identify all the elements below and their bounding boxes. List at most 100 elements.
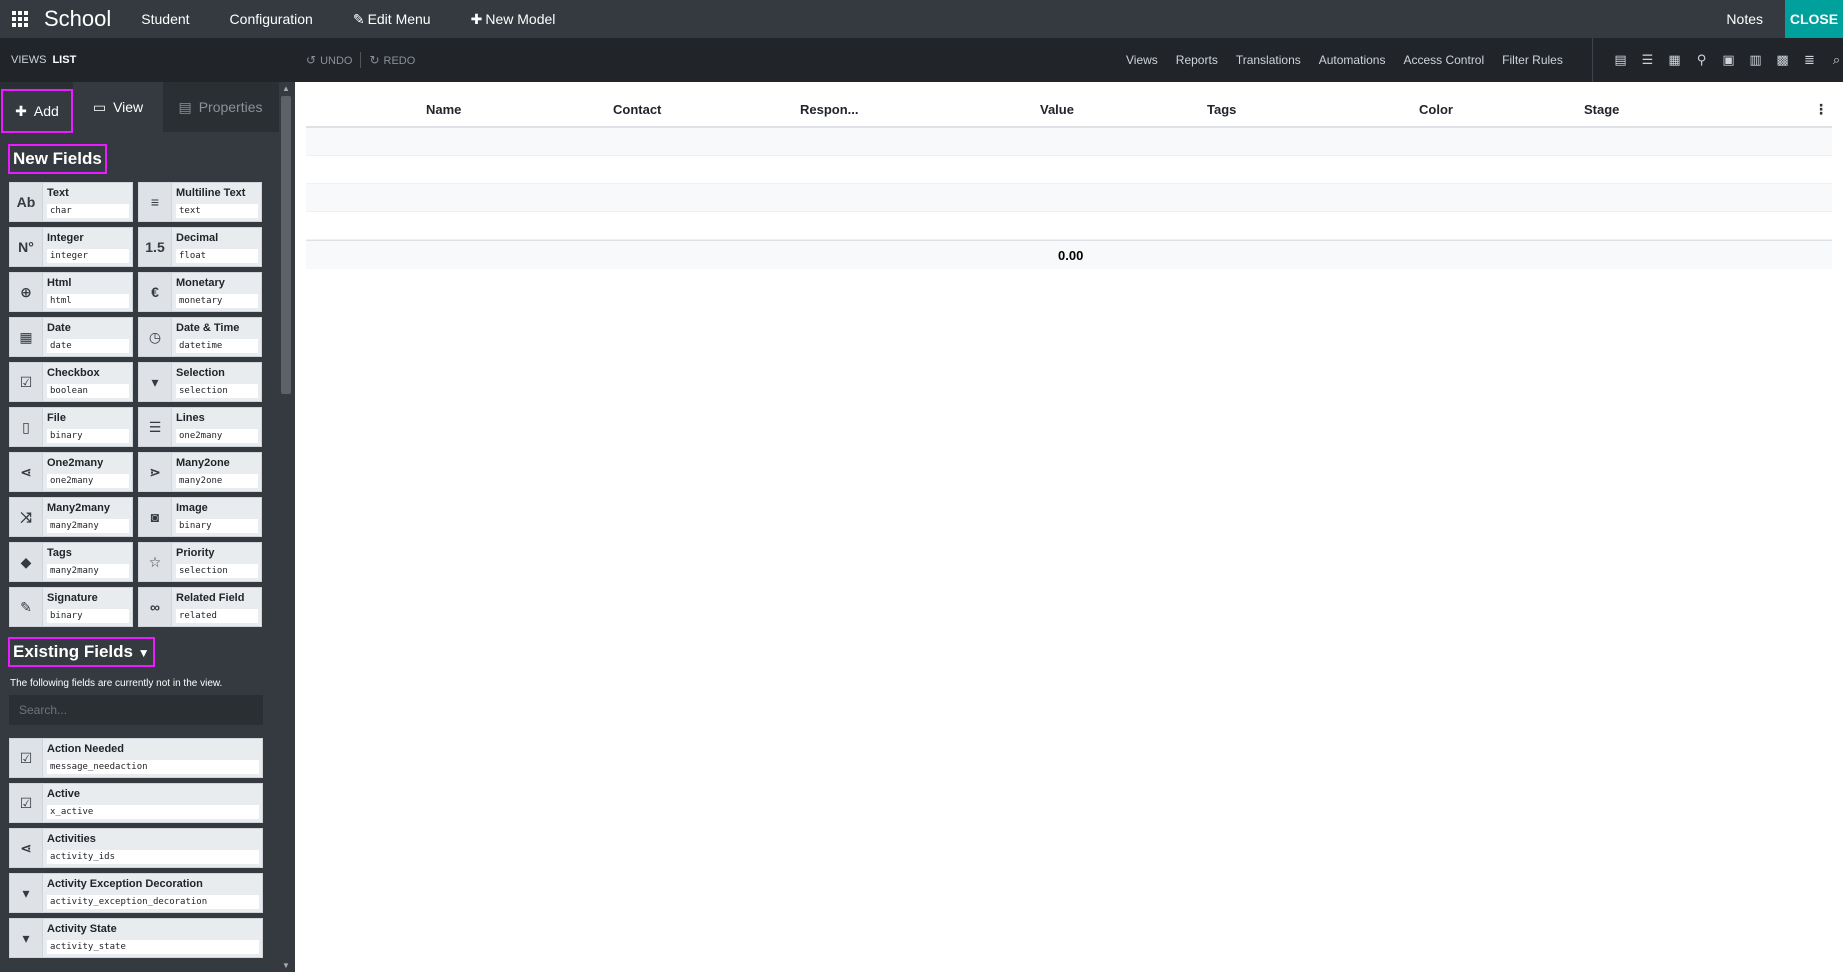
- nav-reports[interactable]: Reports: [1176, 53, 1218, 67]
- existing-field-activity-ids-2[interactable]: ⋖ Activities activity_ids: [9, 828, 263, 868]
- field-label: File: [47, 412, 66, 424]
- new-field-one2many-12[interactable]: ⋖ One2many one2many: [9, 452, 133, 492]
- app-title[interactable]: School: [44, 6, 111, 32]
- existing-fields-search-input[interactable]: [9, 695, 263, 725]
- nav-automations[interactable]: Automations: [1319, 53, 1386, 67]
- close-button[interactable]: CLOSE: [1785, 0, 1843, 38]
- field-type-icon: N°: [10, 228, 43, 266]
- redo-button[interactable]: ↻ REDO: [369, 53, 415, 67]
- new-field-html-4[interactable]: ⊕ Html html: [9, 272, 133, 312]
- apps-menu-icon[interactable]: [0, 0, 40, 38]
- field-label: Integer: [47, 232, 84, 244]
- field-technical-name: many2one: [176, 474, 258, 488]
- redo-icon: ↻: [369, 53, 380, 67]
- graph-view-icon[interactable]: ▥: [1742, 52, 1769, 68]
- pivot-view-icon[interactable]: ▩: [1769, 52, 1796, 68]
- new-field-float-3[interactable]: 1.5 Decimal float: [138, 227, 262, 267]
- menu-student[interactable]: Student: [141, 11, 189, 27]
- menu-configuration[interactable]: Configuration: [230, 11, 313, 27]
- plus-icon: ✚: [470, 10, 483, 27]
- new-fields-title: New Fields: [8, 144, 107, 174]
- map-view-icon[interactable]: ⚲: [1688, 52, 1715, 68]
- new-model-button[interactable]: ✚ New Model: [471, 11, 556, 28]
- new-field-date-6[interactable]: ▦ Date date: [9, 317, 133, 357]
- field-type-icon: ⤨: [10, 498, 43, 536]
- scroll-up-icon[interactable]: ▲: [282, 84, 290, 93]
- column-tags[interactable]: Tags: [1207, 102, 1236, 117]
- new-field-datetime-7[interactable]: ◷ Date & Time datetime: [138, 317, 262, 357]
- notes-button[interactable]: Notes: [1726, 11, 1763, 27]
- scroll-down-icon[interactable]: ▼: [282, 961, 290, 970]
- new-field-monetary-5[interactable]: € Monetary monetary: [138, 272, 262, 312]
- new-field-binary-18[interactable]: ✎ Signature binary: [9, 587, 133, 627]
- new-field-many2one-13[interactable]: ⋗ Many2one many2one: [138, 452, 262, 492]
- new-field-many2many-14[interactable]: ⤨ Many2many many2many: [9, 497, 133, 537]
- existing-field-x-active-1[interactable]: ☑ Active x_active: [9, 783, 263, 823]
- field-technical-name: char: [47, 204, 129, 218]
- new-field-integer-2[interactable]: N° Integer integer: [9, 227, 133, 267]
- existing-field-activity-state-4[interactable]: ▾ Activity State activity_state: [9, 918, 263, 958]
- column-responsible[interactable]: Respon...: [800, 102, 859, 117]
- existing-fields-toggle[interactable]: Existing Fields ▼: [8, 637, 155, 667]
- field-label: Multiline Text: [176, 187, 246, 199]
- properties-icon: ▤: [178, 98, 192, 115]
- gantt-view-icon[interactable]: ≣: [1796, 52, 1823, 68]
- table-row[interactable]: [306, 156, 1832, 184]
- list-view-icon[interactable]: ☰: [1634, 52, 1661, 68]
- nav-translations[interactable]: Translations: [1236, 53, 1301, 67]
- field-type-icon: ◷: [139, 318, 172, 356]
- field-label: Monetary: [176, 277, 225, 289]
- field-technical-name: many2many: [47, 564, 129, 578]
- breadcrumb-views[interactable]: VIEWS: [11, 54, 46, 66]
- nav-views[interactable]: Views: [1126, 53, 1158, 67]
- field-type-icon: ▦: [10, 318, 43, 356]
- new-field-many2many-16[interactable]: ◆ Tags many2many: [9, 542, 133, 582]
- field-type-icon: ☆: [139, 543, 172, 581]
- field-technical-name: many2many: [47, 519, 129, 533]
- field-technical-name: selection: [176, 564, 258, 578]
- undo-button[interactable]: ↺ UNDO: [306, 53, 352, 67]
- new-field-char-0[interactable]: Ab Text char: [9, 182, 133, 222]
- monitor-icon: ▭: [92, 98, 107, 115]
- scrollbar-thumb[interactable]: [281, 96, 291, 394]
- column-name[interactable]: Name: [426, 102, 461, 117]
- field-type-icon: ☑: [10, 784, 43, 822]
- new-field-related-19[interactable]: ∞ Related Field related: [138, 587, 262, 627]
- kanban-view-icon[interactable]: ▦: [1661, 52, 1688, 68]
- sidebar-scrollbar[interactable]: ▲ ▼: [279, 82, 293, 972]
- new-field-boolean-8[interactable]: ☑ Checkbox boolean: [9, 362, 133, 402]
- new-field-selection-17[interactable]: ☆ Priority selection: [138, 542, 262, 582]
- pencil-icon: ✎: [352, 10, 365, 27]
- column-value[interactable]: Value: [1040, 102, 1074, 117]
- new-field-binary-15[interactable]: ◙ Image binary: [138, 497, 262, 537]
- column-color[interactable]: Color: [1419, 102, 1453, 117]
- optional-columns-icon[interactable]: ⋮: [1814, 101, 1828, 118]
- table-row[interactable]: [306, 212, 1832, 240]
- calendar-view-icon[interactable]: ▣: [1715, 52, 1742, 68]
- column-contact[interactable]: Contact: [613, 102, 661, 117]
- tab-add[interactable]: ✚ Add: [1, 89, 73, 133]
- field-technical-name: html: [47, 294, 129, 308]
- new-field-binary-10[interactable]: ▯ File binary: [9, 407, 133, 447]
- column-stage[interactable]: Stage: [1584, 102, 1619, 117]
- field-type-icon: ⋖: [10, 829, 43, 867]
- nav-access-control[interactable]: Access Control: [1403, 53, 1484, 67]
- tab-view[interactable]: ▭ View: [73, 82, 163, 132]
- search-icon[interactable]: ⌕: [1823, 52, 1843, 68]
- new-field-selection-9[interactable]: ▾ Selection selection: [138, 362, 262, 402]
- table-row[interactable]: [306, 128, 1832, 156]
- form-view-icon[interactable]: ▤: [1607, 52, 1634, 68]
- new-field-one2many-11[interactable]: ☰ Lines one2many: [138, 407, 262, 447]
- field-type-icon: €: [139, 273, 172, 311]
- existing-field-message-needaction-0[interactable]: ☑ Action Needed message_needaction: [9, 738, 263, 778]
- field-technical-name: x_active: [47, 805, 259, 819]
- nav-filter-rules[interactable]: Filter Rules: [1502, 53, 1563, 67]
- field-label: Signature: [47, 592, 98, 604]
- tab-properties[interactable]: ▤ Properties: [163, 82, 278, 132]
- new-field-text-1[interactable]: ≡ Multiline Text text: [138, 182, 262, 222]
- edit-menu-button[interactable]: ✎ Edit Menu: [353, 11, 431, 28]
- top-navbar: School Student Configuration ✎ Edit Menu …: [0, 0, 1843, 38]
- table-row[interactable]: [306, 184, 1832, 212]
- field-label: Tags: [47, 547, 72, 559]
- existing-field-activity-exception-decoration-3[interactable]: ▾ Activity Exception Decoration activity_e…: [9, 873, 263, 913]
